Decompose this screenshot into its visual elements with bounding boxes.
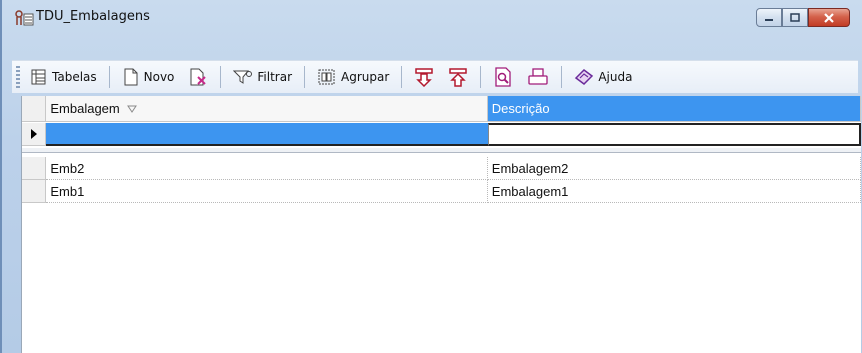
delete-document-icon xyxy=(190,68,207,86)
tabelas-label: Tabelas xyxy=(52,70,97,84)
toolbar-separator xyxy=(401,66,403,88)
novo-button[interactable]: Novo xyxy=(118,65,179,89)
delete-button[interactable] xyxy=(184,65,212,89)
window-title: TDU_Embalagens xyxy=(36,9,150,24)
row-pointer-icon xyxy=(30,129,37,139)
maximize-icon xyxy=(790,12,800,22)
row-indicator[interactable] xyxy=(22,123,47,146)
minimize-icon xyxy=(765,18,773,21)
move-down-button[interactable] xyxy=(410,65,438,89)
column-header-label: Descrição xyxy=(491,101,550,116)
column-header-descricao[interactable]: Descrição xyxy=(487,96,861,122)
help-icon xyxy=(575,69,594,85)
filtrar-button[interactable]: Filtrar xyxy=(229,65,296,89)
toolbar-separator xyxy=(561,66,563,88)
toolbar-separator xyxy=(220,66,222,88)
new-document-icon xyxy=(124,68,138,86)
group-icon xyxy=(318,69,335,85)
new-row[interactable] xyxy=(22,123,861,146)
print-preview-icon xyxy=(495,67,511,87)
descricao-cell[interactable]: Embalagem2 xyxy=(487,157,861,180)
new-row-divider xyxy=(22,148,861,153)
app-window: TDU_Embalagens Tabelas Novo Filtrar Agru… xyxy=(0,0,862,353)
minimize-button[interactable] xyxy=(756,8,782,27)
agrupar-button[interactable]: Agrupar xyxy=(313,65,393,89)
toolbar: Tabelas Novo Filtrar Agrupar Ajuda xyxy=(12,60,858,93)
row-indicator[interactable] xyxy=(22,180,47,203)
toolbar-separator xyxy=(480,66,482,88)
form-icon xyxy=(14,9,34,27)
move-down-icon xyxy=(415,68,434,87)
agrupar-label: Agrupar xyxy=(341,70,390,84)
ajuda-label: Ajuda xyxy=(598,70,633,84)
row-indicator[interactable] xyxy=(22,157,47,180)
close-button[interactable] xyxy=(808,8,850,27)
maximize-button[interactable] xyxy=(782,8,808,27)
tabelas-button[interactable]: Tabelas xyxy=(26,65,101,89)
move-up-button[interactable] xyxy=(444,65,472,89)
toolbar-separator xyxy=(304,66,306,88)
title-bar: TDU_Embalagens xyxy=(2,0,862,34)
toolbar-grip[interactable] xyxy=(16,66,20,88)
descricao-cell[interactable]: Embalagem1 xyxy=(487,180,861,203)
data-grid: Embalagem Descrição Emb2 Embalagem2 Emb1… xyxy=(21,96,861,353)
print-button[interactable] xyxy=(523,65,553,89)
table-icon xyxy=(31,69,46,85)
toolbar-separator xyxy=(108,66,110,88)
table-row[interactable]: Emb1 Embalagem1 xyxy=(22,180,861,203)
grid-header: Embalagem Descrição xyxy=(22,96,861,122)
new-row-embalagem-cell[interactable] xyxy=(46,123,488,146)
table-row[interactable]: Emb2 Embalagem2 xyxy=(22,157,861,180)
column-header-embalagem[interactable]: Embalagem xyxy=(46,96,488,122)
novo-label: Novo xyxy=(143,70,175,84)
new-row-descricao-cell[interactable] xyxy=(487,123,861,146)
sort-icon xyxy=(126,105,137,113)
filter-icon xyxy=(233,70,253,84)
caption-buttons xyxy=(756,8,850,27)
header-indicator xyxy=(22,96,47,122)
ajuda-button[interactable]: Ajuda xyxy=(570,65,636,89)
embalagem-cell[interactable]: Emb1 xyxy=(46,180,488,203)
print-icon xyxy=(528,68,548,85)
column-header-label: Embalagem xyxy=(50,101,120,116)
filtrar-label: Filtrar xyxy=(257,70,293,84)
close-icon xyxy=(824,12,834,23)
embalagem-cell[interactable]: Emb2 xyxy=(46,157,488,180)
print-preview-button[interactable] xyxy=(489,65,517,89)
move-up-icon xyxy=(449,68,468,87)
